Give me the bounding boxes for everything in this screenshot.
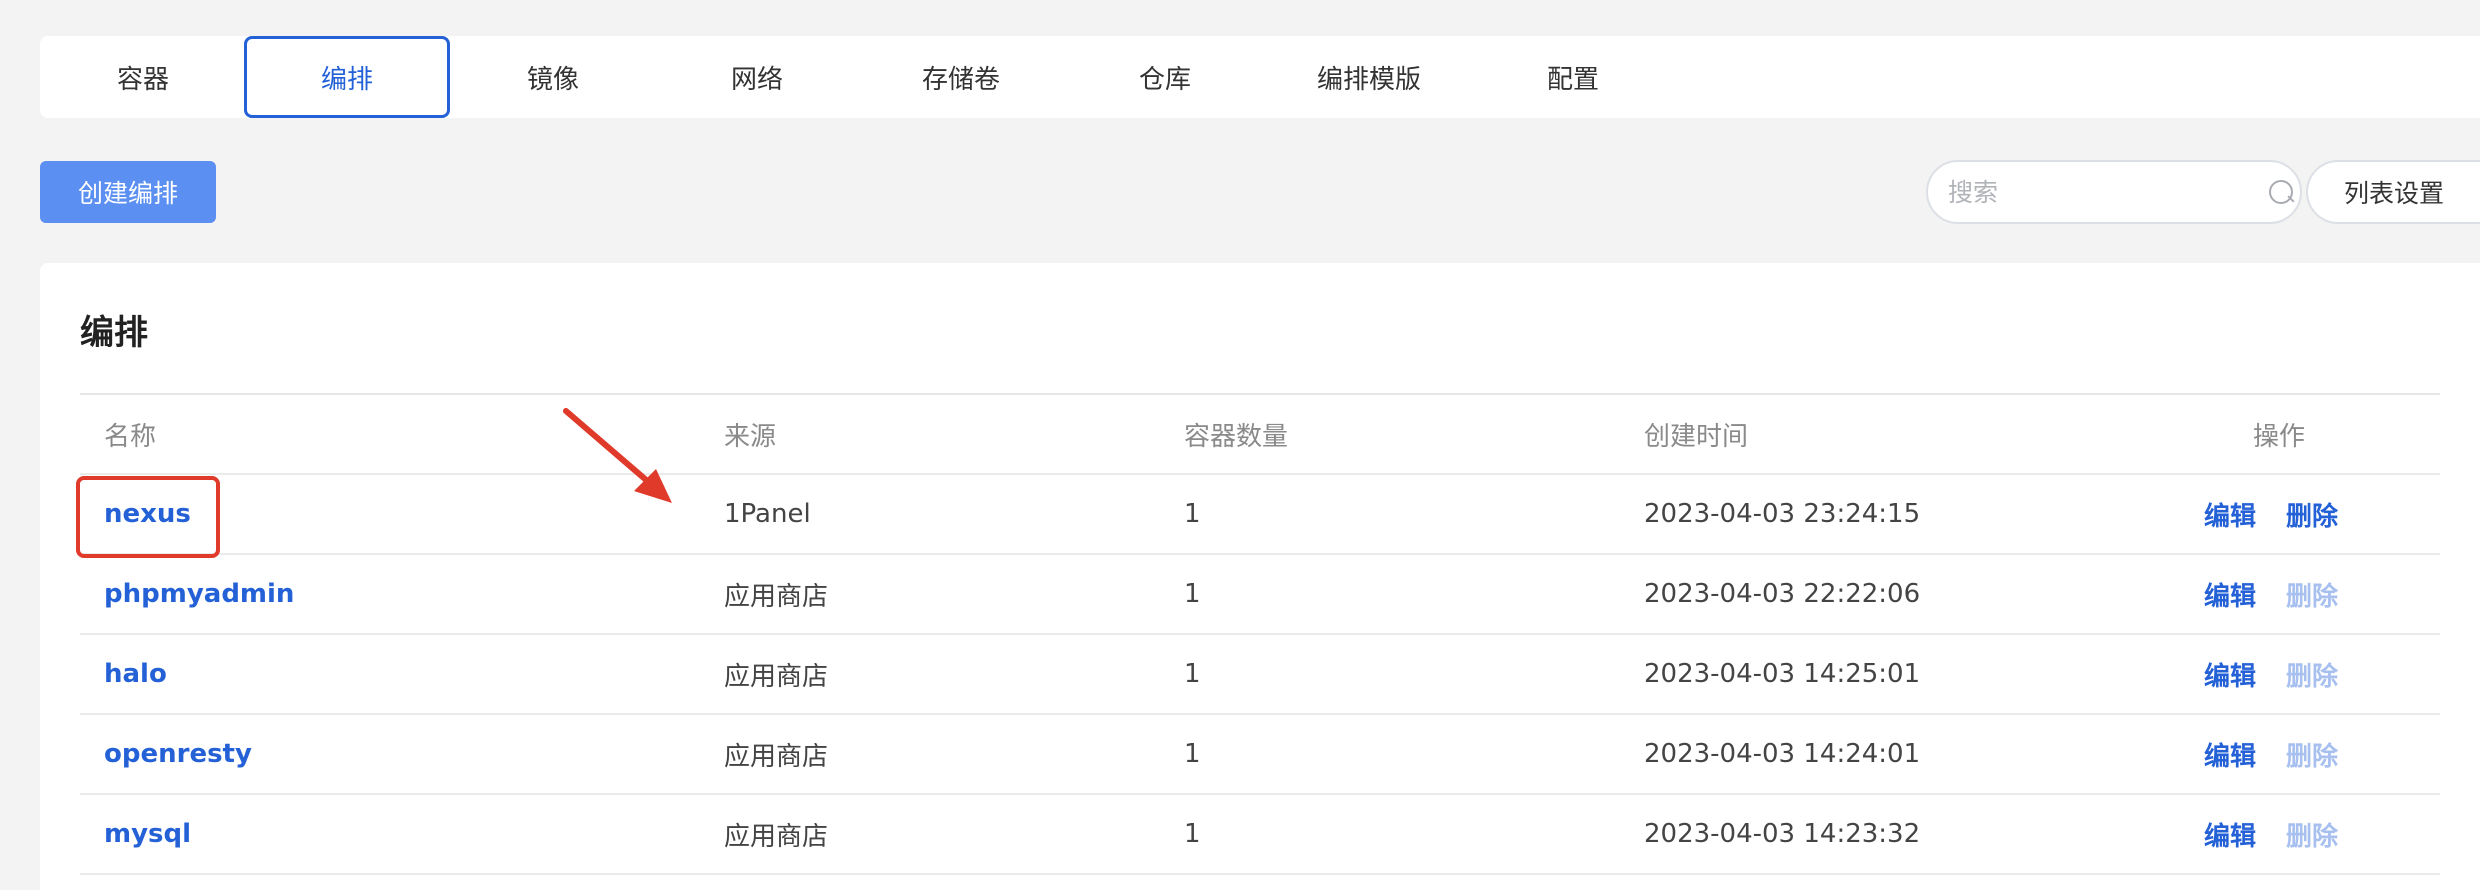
row-created: 2023-04-03 23:24:15 — [1644, 499, 1921, 529]
edit-button[interactable]: 编辑 — [2204, 736, 2256, 773]
row-source: 应用商店 — [724, 581, 829, 612]
column-header-count: 容器数量 — [1184, 421, 1289, 452]
row-actions: 编辑 删除 — [2204, 795, 2338, 873]
tab-repositories[interactable]: 仓库 — [1062, 36, 1268, 118]
list-settings-button[interactable]: 列表设置 — [2306, 160, 2480, 224]
delete-button[interactable]: 删除 — [2286, 496, 2338, 533]
row-count: 1 — [1184, 579, 1201, 609]
compose-name-link[interactable]: openresty — [104, 715, 252, 793]
row-count: 1 — [1184, 739, 1201, 769]
row-source: 应用商店 — [724, 741, 829, 772]
table-row: mysql 应用商店 1 2023-04-03 14:23:32 编辑 删除 — [80, 795, 2440, 875]
column-header-created: 创建时间 — [1644, 421, 1749, 452]
compose-table: 名称 来源 容器数量 创建时间 操作 nexus 1Panel 1 2023-0… — [80, 393, 2440, 875]
row-actions: 编辑 删除 — [2204, 635, 2338, 713]
page: 容器 编排 镜像 网络 存储卷 仓库 编排模版 配置 创建编排 列表设置 编排 … — [0, 0, 2480, 890]
delete-button[interactable]: 删除 — [2286, 576, 2338, 613]
search-input[interactable] — [1928, 162, 2265, 222]
row-created: 2023-04-03 14:25:01 — [1644, 659, 1921, 689]
tab-images[interactable]: 镜像 — [450, 36, 656, 118]
arrow-annotation-icon — [563, 408, 672, 503]
card-title: 编排 — [80, 313, 148, 353]
table-row: openresty 应用商店 1 2023-04-03 14:24:01 编辑 … — [80, 715, 2440, 795]
row-source: 1Panel — [724, 499, 811, 529]
tab-containers[interactable]: 容器 — [40, 36, 246, 118]
edit-button[interactable]: 编辑 — [2204, 656, 2256, 693]
compose-name-link[interactable]: halo — [104, 635, 167, 713]
delete-button[interactable]: 删除 — [2286, 736, 2338, 773]
column-header-name: 名称 — [104, 421, 157, 452]
row-actions: 编辑 删除 — [2204, 555, 2338, 633]
compose-name-link[interactable]: phpmyadmin — [104, 555, 294, 633]
table-row: phpmyadmin 应用商店 1 2023-04-03 22:22:06 编辑… — [80, 555, 2440, 635]
row-actions: 编辑 删除 — [2204, 475, 2338, 553]
tab-compose[interactable]: 编排 — [244, 36, 450, 118]
search-box — [1926, 160, 2302, 224]
edit-button[interactable]: 编辑 — [2204, 816, 2256, 853]
row-count: 1 — [1184, 819, 1201, 849]
row-source: 应用商店 — [724, 821, 829, 852]
delete-button[interactable]: 删除 — [2286, 816, 2338, 853]
tab-networks[interactable]: 网络 — [654, 36, 860, 118]
row-created: 2023-04-03 14:24:01 — [1644, 739, 1921, 769]
tab-volumes[interactable]: 存储卷 — [858, 36, 1064, 118]
tab-compose-templates[interactable]: 编排模版 — [1266, 36, 1472, 118]
create-compose-button[interactable]: 创建编排 — [40, 161, 216, 223]
row-source: 应用商店 — [724, 661, 829, 692]
tab-bar: 容器 编排 镜像 网络 存储卷 仓库 编排模版 配置 — [40, 36, 2480, 118]
row-created: 2023-04-03 14:23:32 — [1644, 819, 1921, 849]
table-body: nexus 1Panel 1 2023-04-03 23:24:15 编辑 删除… — [80, 475, 2440, 875]
edit-button[interactable]: 编辑 — [2204, 496, 2256, 533]
annotation-highlight-box — [76, 476, 220, 558]
edit-button[interactable]: 编辑 — [2204, 576, 2256, 613]
compose-card: 编排 名称 来源 容器数量 创建时间 操作 nexus 1Panel 1 202… — [40, 263, 2480, 890]
row-count: 1 — [1184, 499, 1201, 529]
column-header-actions: 操作 — [2253, 421, 2306, 452]
row-count: 1 — [1184, 659, 1201, 689]
compose-name-link[interactable]: mysql — [104, 795, 191, 873]
table-row: nexus 1Panel 1 2023-04-03 23:24:15 编辑 删除 — [80, 475, 2440, 555]
delete-button[interactable]: 删除 — [2286, 656, 2338, 693]
row-actions: 编辑 删除 — [2204, 715, 2338, 793]
search-icon[interactable] — [2265, 176, 2293, 208]
column-header-source: 来源 — [724, 421, 777, 452]
tab-config[interactable]: 配置 — [1470, 36, 1676, 118]
row-created: 2023-04-03 22:22:06 — [1644, 579, 1921, 609]
table-row: halo 应用商店 1 2023-04-03 14:25:01 编辑 删除 — [80, 635, 2440, 715]
table-header: 名称 来源 容器数量 创建时间 操作 — [80, 395, 2440, 475]
